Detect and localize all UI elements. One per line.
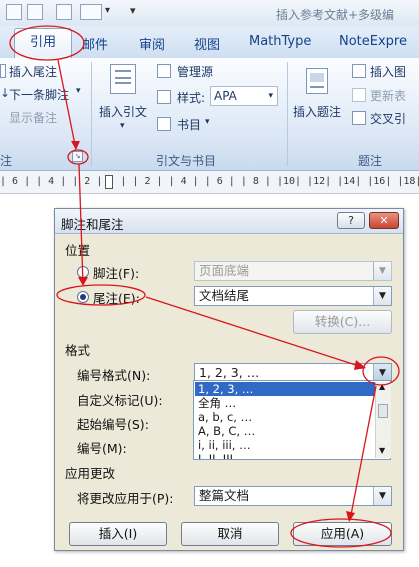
annotation-circle-number-format (362, 356, 400, 386)
annotation-arrow-line (349, 385, 377, 521)
annotation-arrow-line (57, 59, 77, 151)
arrowhead-icon (71, 141, 80, 150)
annotation-circle-references-tab (9, 25, 85, 61)
annotation-circle-endnote (56, 284, 146, 306)
annotation-arrow-line (78, 163, 84, 285)
annotation-arrow-line (145, 296, 366, 369)
arrowhead-icon (78, 277, 88, 286)
annotation-overlay (9, 25, 400, 548)
annotation-circle-dialog-launcher (67, 149, 89, 165)
annotation-circle-apply (290, 518, 392, 548)
arrowhead-icon (346, 511, 355, 522)
